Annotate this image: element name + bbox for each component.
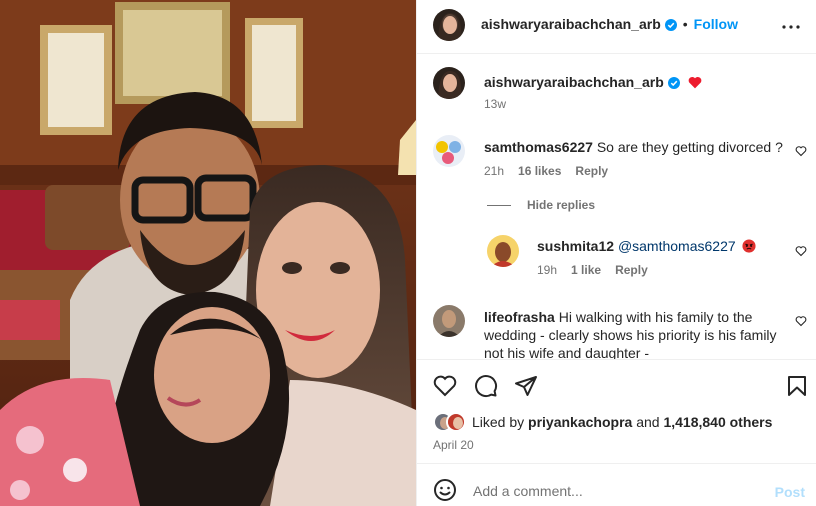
comment-username[interactable]: lifeofrasha (484, 309, 555, 325)
reply-button[interactable]: Reply (575, 164, 608, 178)
reply-item: sushmita12 @samthomas6227 19h 1 like Reply (417, 235, 816, 285)
caption-author-avatar[interactable] (433, 67, 465, 99)
comment-bubble-icon[interactable] (474, 374, 498, 398)
like-comment-heart-icon[interactable] (795, 145, 807, 157)
more-options-icon[interactable] (779, 15, 803, 39)
red-heart-emoji-icon (688, 76, 701, 89)
comment-item: samthomas6227 So are they getting divorc… (417, 135, 816, 185)
post-details-panel: aishwaryaraibachchan_arb • Follow aishwary… (416, 0, 816, 506)
liked-by-username[interactable]: priyankachopra (528, 414, 632, 430)
post-photo[interactable] (0, 0, 416, 506)
post-modal: aishwaryaraibachchan_arb • Follow aishwary… (0, 0, 816, 506)
save-bookmark-icon[interactable] (785, 374, 809, 398)
hide-replies-label[interactable]: Hide replies (527, 198, 595, 212)
comment-text-line-1: Hi walking with his family to the (558, 309, 753, 325)
comment-item: lifeofrasha Hi walking with his family t… (417, 305, 816, 359)
comment-text: So are they getting divorced ? (596, 139, 783, 155)
reply-likes[interactable]: 1 like (571, 263, 601, 277)
share-send-icon[interactable] (514, 374, 538, 398)
family-selfie-image (0, 0, 416, 506)
comment-composer: Post (417, 465, 816, 506)
hide-replies-toggle[interactable]: Hide replies (417, 197, 816, 215)
emoji-picker-icon[interactable] (433, 478, 457, 502)
comment-time: 21h (484, 164, 505, 178)
add-comment-input[interactable] (473, 482, 773, 500)
comment-text-line-2: wedding - clearly shows his priority is … (484, 327, 777, 343)
angry-face-emoji-icon (741, 239, 756, 253)
commenter-avatar[interactable] (433, 305, 465, 337)
follow-button[interactable]: Follow (694, 16, 738, 32)
verified-badge-icon (664, 19, 677, 31)
post-comment-button[interactable]: Post (775, 484, 805, 500)
verified-badge-icon (667, 77, 680, 89)
liker-avatar[interactable] (446, 412, 466, 432)
post-date[interactable]: April 20 (433, 438, 474, 452)
others-count-link[interactable]: 1,418,840 others (663, 414, 772, 430)
author-username[interactable]: aishwaryaraibachchan_arb (481, 16, 661, 32)
liked-by-prefix: Liked by (472, 414, 525, 430)
comment-likes[interactable]: 16 likes (518, 164, 561, 178)
post-header: aishwaryaraibachchan_arb • Follow (417, 0, 816, 54)
reply-button[interactable]: Reply (615, 263, 648, 277)
comments-list[interactable]: aishwaryaraibachchan_arb 13w samthomas62… (417, 55, 816, 359)
caption-username[interactable]: aishwaryaraibachchan_arb (484, 74, 664, 90)
caption-age: 13w (484, 97, 507, 111)
replies-divider-line (487, 205, 511, 206)
author-avatar[interactable] (433, 9, 465, 41)
post-caption: aishwaryaraibachchan_arb 13w (417, 67, 816, 117)
commenter-avatar[interactable] (433, 135, 465, 167)
comment-text-line-3: not his wife and daughter - (484, 345, 649, 359)
post-actions: Liked by priyankachopra and 1,418,840 ot… (417, 359, 816, 464)
liked-by-and: and (636, 414, 660, 430)
reply-username[interactable]: sushmita12 (537, 238, 614, 254)
like-reply-heart-icon[interactable] (795, 245, 807, 257)
like-heart-icon[interactable] (433, 374, 457, 398)
reply-time: 19h (537, 263, 558, 277)
reply-mention-link[interactable]: @samthomas6227 (618, 238, 736, 254)
header-separator: • (682, 16, 688, 32)
comment-username[interactable]: samthomas6227 (484, 139, 593, 155)
reply-author-avatar[interactable] (487, 235, 519, 267)
